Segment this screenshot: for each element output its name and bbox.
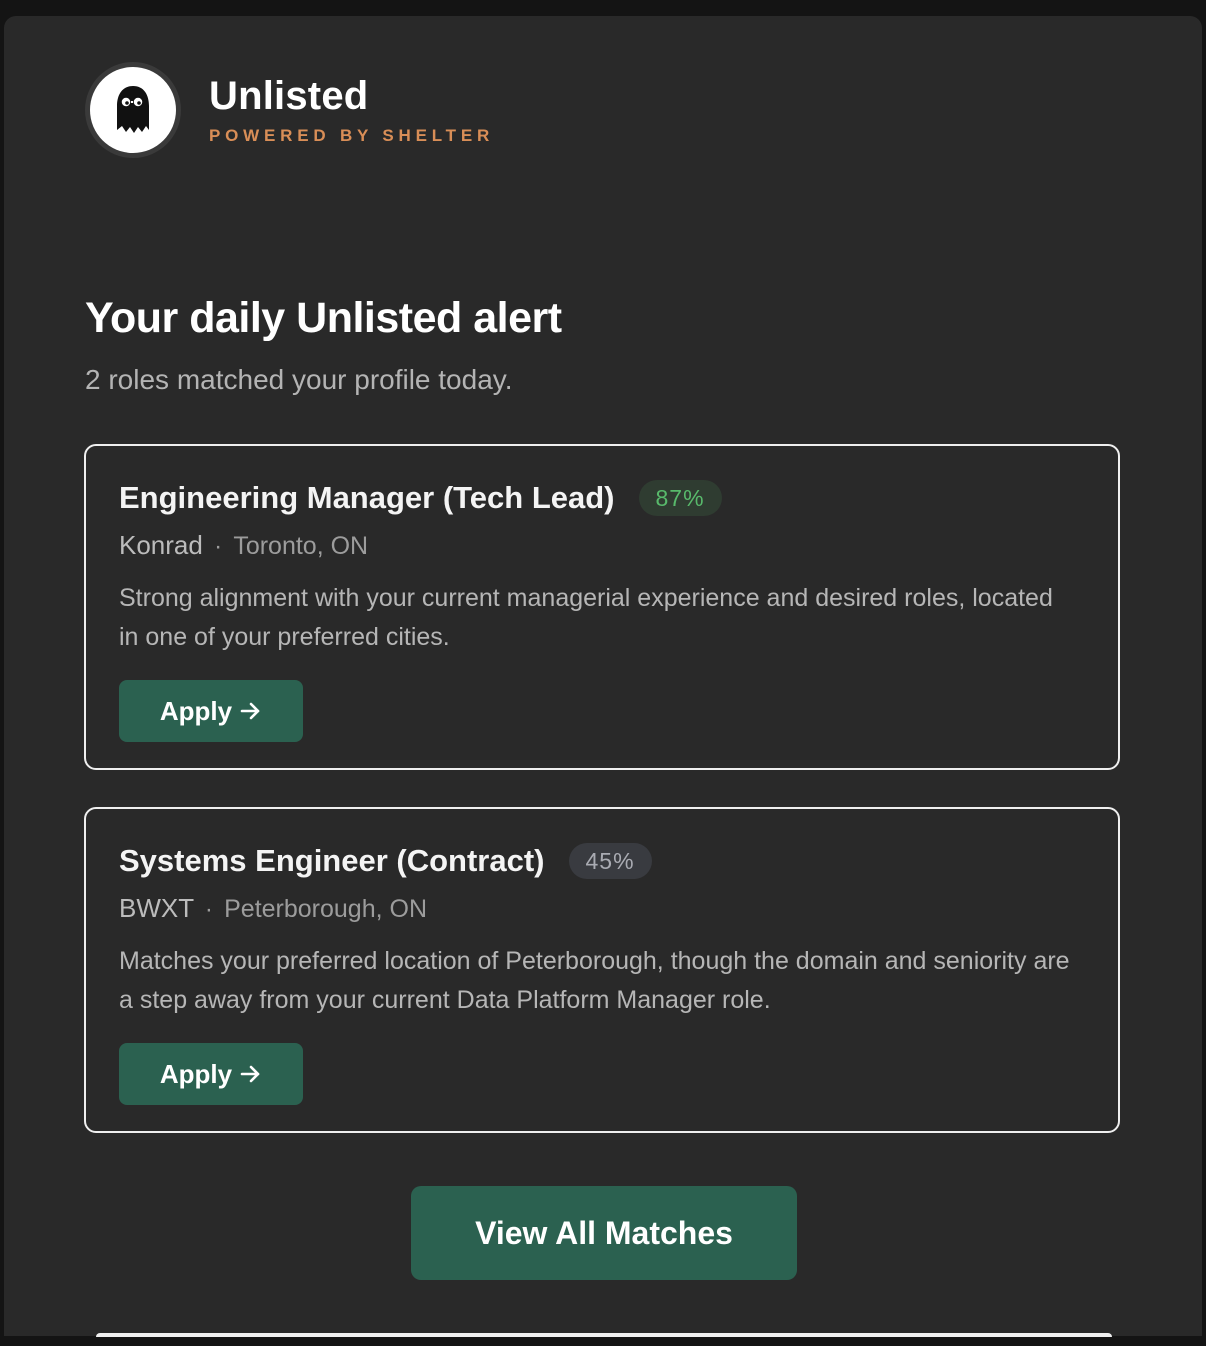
- next-section-edge: [96, 1333, 1112, 1337]
- job-title[interactable]: Engineering Manager (Tech Lead): [119, 480, 615, 516]
- window-bottom-edge: [0, 1336, 1206, 1346]
- brand-tagline: POWERED BY SHELTER: [209, 126, 495, 145]
- page-title: Your daily Unlisted alert: [85, 294, 562, 342]
- separator-dot: ·: [204, 896, 213, 923]
- match-reason: Strong alignment with your current manag…: [119, 584, 1053, 651]
- company-name: Konrad: [119, 530, 203, 560]
- company-location: Konrad · Toronto, ON: [119, 530, 368, 561]
- apply-button-label: Apply: [159, 695, 233, 726]
- view-all-matches-button[interactable]: View All Matches: [411, 1186, 797, 1280]
- brand-name: Unlisted: [209, 74, 369, 118]
- arrow-right-icon: [240, 702, 260, 720]
- apply-button[interactable]: Apply: [119, 680, 303, 742]
- email-panel: Unlisted POWERED BY SHELTER Your daily U…: [4, 16, 1202, 1346]
- job-card: Engineering Manager (Tech Lead) 87% Konr…: [84, 444, 1120, 770]
- job-location: Toronto, ON: [233, 532, 369, 560]
- brand-logo: [85, 62, 181, 158]
- company-location: BWXT · Peterborough, ON: [119, 893, 427, 924]
- window-top-bar: [0, 0, 1206, 16]
- job-location: Peterborough, ON: [224, 895, 428, 923]
- company-name: BWXT: [119, 893, 194, 923]
- match-score-badge: 87%: [638, 480, 722, 516]
- apply-button[interactable]: Apply: [119, 1043, 303, 1105]
- job-title[interactable]: Systems Engineer (Contract): [119, 843, 545, 879]
- ghost-with-glasses-icon: [117, 86, 149, 133]
- separator-dot: ·: [214, 533, 223, 560]
- job-card: Systems Engineer (Contract) 45% BWXT · P…: [84, 807, 1120, 1133]
- match-reason: Matches your preferred location of Peter…: [119, 947, 1070, 1014]
- apply-button-label: Apply: [159, 1058, 233, 1089]
- arrow-right-icon: [240, 1065, 260, 1083]
- page-subtitle: 2 roles matched your profile today.: [85, 364, 513, 395]
- match-score-badge: 45%: [568, 843, 652, 879]
